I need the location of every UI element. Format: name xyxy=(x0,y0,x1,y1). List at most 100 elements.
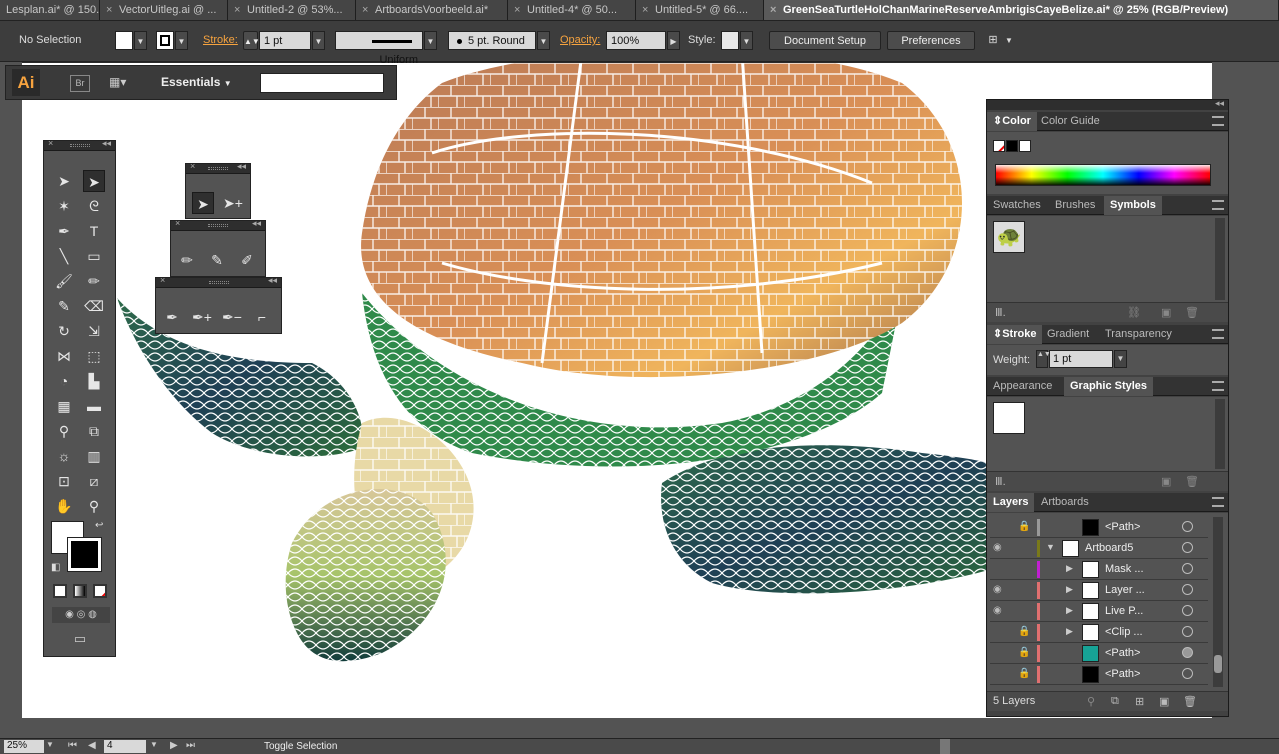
zoom-dropdown[interactable]: ▼ xyxy=(46,740,54,749)
flyout-header[interactable]: × ◂◂ xyxy=(156,275,281,288)
first-artboard-icon[interactable]: ⏮ xyxy=(68,740,77,751)
close-icon[interactable]: × xyxy=(190,161,195,171)
chevron-right-icon[interactable]: ▶ xyxy=(1066,626,1073,637)
close-icon[interactable]: × xyxy=(48,138,53,148)
fill-dropdown[interactable]: ▼ xyxy=(134,31,147,50)
trash-icon[interactable]: 🗑 xyxy=(1183,695,1197,708)
tab-stroke[interactable]: ⇕Stroke xyxy=(987,325,1043,344)
arrange-documents-icon[interactable]: ⊞ xyxy=(985,31,1001,50)
symbol-libraries-icon[interactable]: Ⅲ. xyxy=(995,306,1006,319)
opacity-dropdown[interactable]: ▶ xyxy=(667,31,680,50)
close-icon[interactable]: × xyxy=(770,0,780,20)
panel-menu-icon[interactable] xyxy=(1212,200,1224,210)
stroke-swatch[interactable] xyxy=(156,31,174,50)
slice-tool-icon[interactable]: ⧄ xyxy=(83,470,105,492)
width-tool-icon[interactable]: ⋈ xyxy=(53,345,75,367)
preferences-button[interactable]: Preferences xyxy=(887,31,975,50)
visibility-eye-icon[interactable]: ◉ xyxy=(993,542,1009,553)
document-setup-button[interactable]: Document Setup xyxy=(769,31,881,50)
stroke-profile-dropdown[interactable]: ▼ xyxy=(424,31,437,50)
document-tab[interactable]: × VectorUitleg.ai @ ... xyxy=(100,0,228,20)
trash-icon[interactable]: 🗑 xyxy=(1185,306,1199,319)
panel-menu-icon[interactable] xyxy=(1212,381,1224,391)
hand-tool-icon[interactable]: ✋ xyxy=(53,495,75,517)
next-artboard-icon[interactable]: ▶ xyxy=(170,740,178,751)
close-icon[interactable]: × xyxy=(514,0,524,20)
target-circle-icon[interactable] xyxy=(1182,521,1193,532)
document-tab[interactable]: × ArtboardsVoorbeeld.ai* xyxy=(356,0,508,20)
opacity-label[interactable]: Opacity: xyxy=(560,31,600,50)
make-clipping-mask-icon[interactable]: ⧉ xyxy=(1111,695,1119,708)
graphic-style-swatch[interactable] xyxy=(721,31,739,50)
type-tool-icon[interactable]: T xyxy=(83,220,105,242)
stroke-color-dropdown[interactable]: ▼ xyxy=(175,31,188,50)
control-menu-icon[interactable]: ▼ xyxy=(1005,31,1015,50)
close-icon[interactable]: × xyxy=(362,0,372,20)
document-tab-active[interactable]: × GreenSeaTurtleHolChanMarineReserveAmbri… xyxy=(764,0,1279,20)
horizontal-scroll-thumb[interactable] xyxy=(940,739,950,754)
stroke-color-box[interactable] xyxy=(67,537,102,572)
tab-appearance[interactable]: Appearance xyxy=(987,377,1058,396)
none-mode-icon[interactable] xyxy=(93,584,107,598)
scale-tool-icon[interactable]: ⇲ xyxy=(83,320,105,342)
default-graphic-style-icon[interactable] xyxy=(993,402,1025,434)
close-icon[interactable]: × xyxy=(642,0,652,20)
tab-color-guide[interactable]: Color Guide xyxy=(1035,112,1106,131)
artboard-dropdown[interactable]: ▼ xyxy=(150,740,158,749)
magic-wand-tool-icon[interactable]: ✶ xyxy=(53,195,75,217)
stroke-weight-stepper[interactable]: ▲▼ xyxy=(243,31,260,50)
black-color-icon[interactable] xyxy=(1006,140,1018,152)
close-icon[interactable]: × xyxy=(160,275,165,285)
white-color-icon[interactable] xyxy=(1019,140,1031,152)
lock-icon[interactable]: 🔒 xyxy=(1018,668,1032,679)
close-icon[interactable]: × xyxy=(234,0,244,20)
scrollbar[interactable] xyxy=(1215,399,1225,469)
shape-builder-tool-icon[interactable]: ◔ xyxy=(53,370,75,392)
chevron-right-icon[interactable]: ▶ xyxy=(1066,563,1073,574)
target-circle-icon[interactable] xyxy=(1182,584,1193,595)
collapse-icon[interactable]: ◂◂ xyxy=(268,275,277,286)
flyout-header[interactable]: × ◂◂ xyxy=(171,218,265,231)
gradient-mode-icon[interactable] xyxy=(73,584,87,598)
document-tab[interactable]: × Untitled-2 @ 53%... xyxy=(228,0,356,20)
weight-dropdown[interactable]: ▼ xyxy=(1114,350,1127,368)
new-symbol-icon[interactable]: ▣ xyxy=(1161,306,1171,319)
panel-menu-icon[interactable] xyxy=(1212,497,1224,507)
add-anchor-point-tool-icon[interactable]: ✒+ xyxy=(191,306,213,328)
layer-row[interactable]: 🔒 <Path> xyxy=(990,643,1208,664)
document-tab[interactable]: × Untitled-5* @ 66.... xyxy=(636,0,764,20)
style-libraries-icon[interactable]: Ⅲ. xyxy=(995,475,1006,488)
blob-brush-tool-icon[interactable]: ✎ xyxy=(53,295,75,317)
stroke-weight-field[interactable]: 1 pt xyxy=(259,31,311,50)
perspective-grid-tool-icon[interactable]: ▙ xyxy=(83,370,105,392)
zoom-field[interactable]: 25% xyxy=(4,740,44,753)
smooth-tool-icon[interactable]: ✎ xyxy=(206,249,228,271)
locate-object-icon[interactable]: ⚲ xyxy=(1087,695,1095,708)
lock-icon[interactable]: 🔒 xyxy=(1018,647,1032,658)
brush-field[interactable]: 5 pt. Round xyxy=(448,31,536,50)
convert-anchor-point-tool-icon[interactable]: ⌐ xyxy=(251,306,273,328)
direct-selection-tool-icon[interactable]: ➤ xyxy=(192,192,214,214)
target-circle-icon[interactable] xyxy=(1182,668,1193,679)
opacity-field[interactable]: 100% xyxy=(606,31,666,50)
layer-row[interactable]: 🔒 ▶ <Clip ... xyxy=(990,622,1208,643)
tools-panel-header[interactable]: × ◂◂ xyxy=(44,138,115,151)
turtle-symbol-icon[interactable]: 🐢 xyxy=(993,221,1025,253)
tab-transparency[interactable]: Transparency xyxy=(1099,325,1178,344)
style-dropdown[interactable]: ▼ xyxy=(740,31,753,50)
screen-mode-icon[interactable]: ▭ xyxy=(68,631,92,647)
pencil-tool-icon[interactable]: ✏ xyxy=(176,249,198,271)
free-transform-tool-icon[interactable]: ⬚ xyxy=(83,345,105,367)
none-color-icon[interactable] xyxy=(993,140,1005,152)
eraser-tool-icon[interactable]: ⌫ xyxy=(83,295,105,317)
rectangle-tool-icon[interactable]: ▭ xyxy=(83,245,105,267)
symbol-sprayer-tool-icon[interactable]: ☼ xyxy=(53,445,75,467)
target-circle-icon[interactable] xyxy=(1182,626,1193,637)
brush-dropdown[interactable]: ▼ xyxy=(537,31,550,50)
target-circle-icon[interactable] xyxy=(1182,647,1193,658)
paintbrush-tool-icon[interactable]: 🖌 xyxy=(53,270,75,292)
new-style-icon[interactable]: ▣ xyxy=(1161,475,1171,488)
flyout-header[interactable]: × ◂◂ xyxy=(186,161,250,174)
column-graph-tool-icon[interactable]: ▥ xyxy=(83,445,105,467)
status-mode-label[interactable]: Toggle Selection xyxy=(264,741,337,752)
